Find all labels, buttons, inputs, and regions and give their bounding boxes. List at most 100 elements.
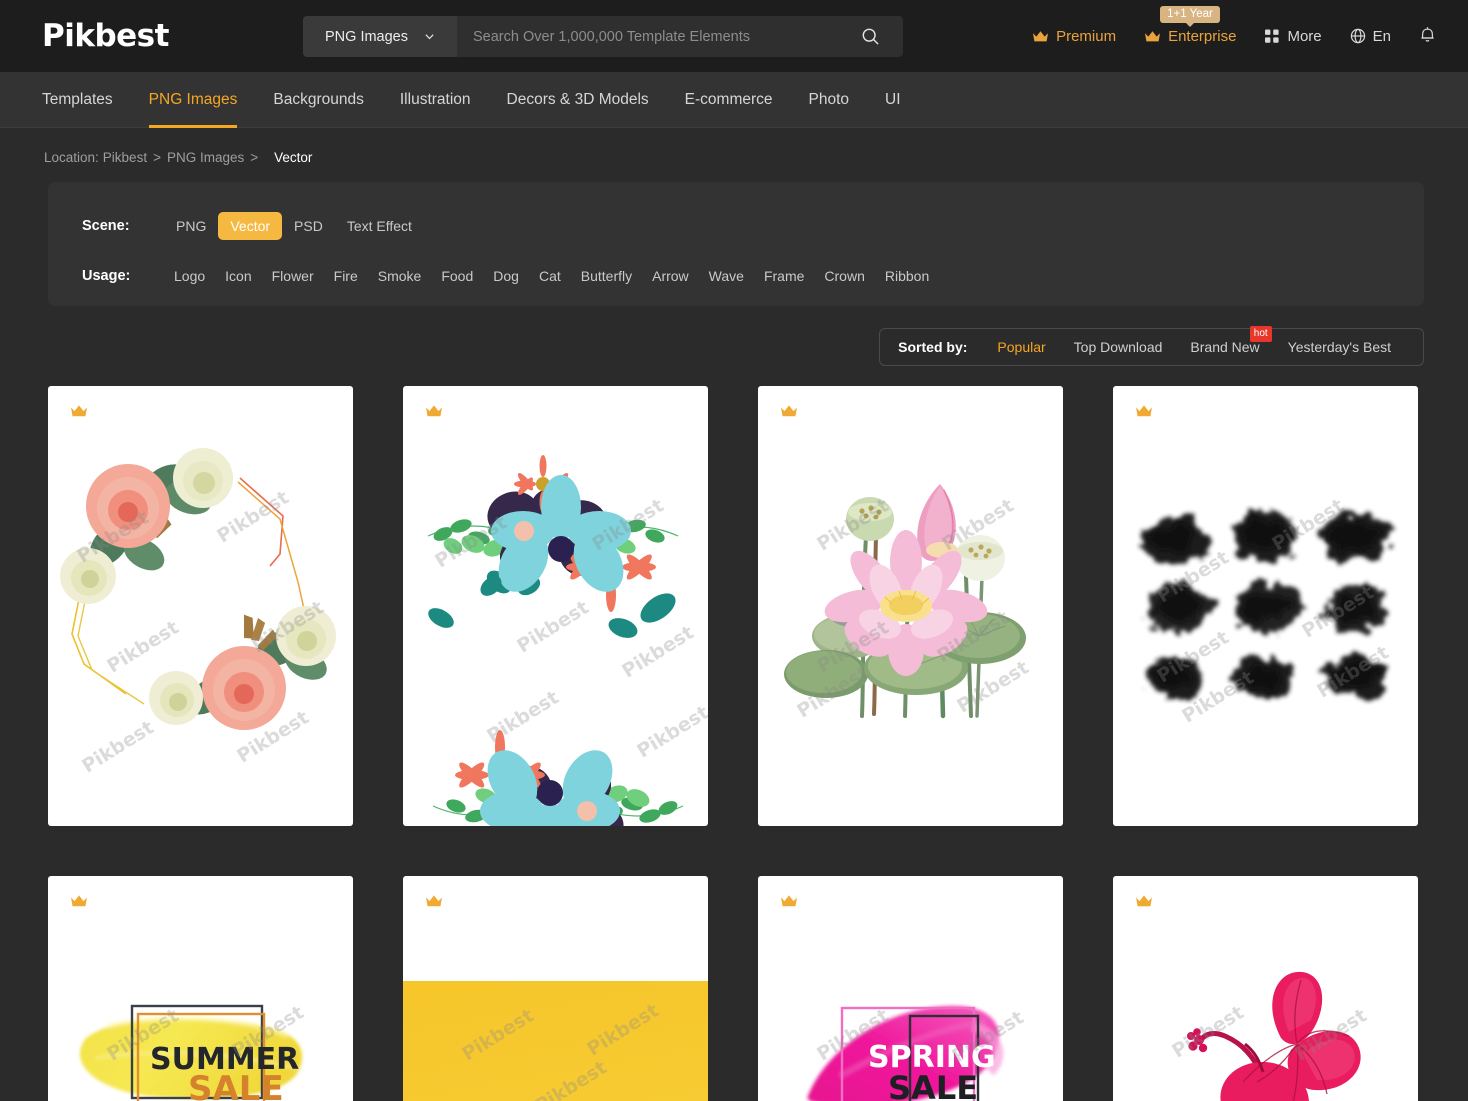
result-card-summer-sale-banner[interactable]: SUMMER SALE Pikbest Pikbest xyxy=(48,876,353,1101)
nav-item-illustration[interactable]: Illustration xyxy=(400,72,471,128)
enterprise-promo-badge: 1+1 Year xyxy=(1160,6,1220,27)
sort-label: Sorted by: xyxy=(898,339,968,355)
sort-option-popular[interactable]: Popular xyxy=(983,339,1059,355)
card-artwork xyxy=(403,876,708,1101)
nav-item-ecommerce[interactable]: E-commerce xyxy=(685,72,773,128)
site-logo[interactable]: Pikbest xyxy=(42,18,169,54)
nav-item-templates[interactable]: Templates xyxy=(42,72,113,128)
enterprise-label: Enterprise xyxy=(1168,27,1237,45)
header-right-menu: Premium 1+1 Year Enterprise More En xyxy=(1018,0,1444,72)
notifications-button[interactable] xyxy=(1405,25,1444,48)
breadcrumb-separator: > xyxy=(153,149,161,165)
filter-usage-flower[interactable]: Flower xyxy=(262,262,324,290)
language-label: En xyxy=(1372,27,1391,45)
crown-icon xyxy=(1136,405,1152,417)
search-category-label: PNG Images xyxy=(325,28,408,45)
filter-panel: Scene: PNG Vector PSD Text Effect Usage:… xyxy=(48,182,1424,306)
filter-scene-psd[interactable]: PSD xyxy=(282,212,335,240)
sort-option-brand-new[interactable]: hot Brand New xyxy=(1176,326,1273,355)
enterprise-link[interactable]: 1+1 Year Enterprise xyxy=(1130,0,1250,72)
filter-usage-wave[interactable]: Wave xyxy=(699,262,754,290)
card-artwork xyxy=(784,484,1026,719)
filter-usage-frame[interactable]: Frame xyxy=(754,262,814,290)
sort-bar: Sorted by: Popular Top Download hot Bran… xyxy=(879,326,1424,366)
sort-option-top-download[interactable]: Top Download xyxy=(1060,339,1177,355)
spring-sale-line1: SPRING xyxy=(868,1040,996,1075)
crown-icon xyxy=(71,405,87,417)
spring-sale-line2: SALE xyxy=(888,1069,979,1101)
card-artwork xyxy=(60,448,336,730)
card-artwork xyxy=(1142,510,1390,698)
primary-nav: Templates PNG Images Backgrounds Illustr… xyxy=(0,72,1468,128)
crown-icon xyxy=(71,895,87,907)
nav-item-decors-3d-models[interactable]: Decors & 3D Models xyxy=(507,72,649,128)
breadcrumb-separator-2: > xyxy=(250,149,259,165)
filter-usage-food[interactable]: Food xyxy=(431,262,483,290)
card-artwork xyxy=(427,455,684,826)
result-card-pink-lotus[interactable]: Pikbest Pikbest Pikbest Pikbest Pikbest … xyxy=(758,386,1063,826)
filter-usage-butterfly[interactable]: Butterfly xyxy=(571,262,642,290)
summer-sale-line2: SALE xyxy=(188,1069,284,1101)
site-header: Pikbest PNG Images Premium xyxy=(0,0,1468,72)
filter-usage-dog[interactable]: Dog xyxy=(483,262,529,290)
filter-usage-arrow[interactable]: Arrow xyxy=(642,262,699,290)
nav-item-photo[interactable]: Photo xyxy=(809,72,850,128)
result-card-floral-wreath[interactable]: Pikbest Pikbest Pikbest Pikbest Pikbest … xyxy=(48,386,353,826)
filter-usage-crown[interactable]: Crown xyxy=(814,262,874,290)
more-menu[interactable]: More xyxy=(1250,0,1335,72)
filter-usage-cat[interactable]: Cat xyxy=(529,262,571,290)
crown-icon xyxy=(426,895,442,907)
filter-usage-ribbon[interactable]: Ribbon xyxy=(875,262,939,290)
breadcrumb-prefix: Location: xyxy=(44,149,99,165)
filter-label-usage: Usage: xyxy=(82,268,131,284)
search-input[interactable] xyxy=(473,28,853,45)
result-card-yellow-gradient-block[interactable]: Pikbest Pikbest Pikbest xyxy=(403,876,708,1101)
filter-usage-logo[interactable]: Logo xyxy=(164,262,215,290)
filter-usage-smoke[interactable]: Smoke xyxy=(368,262,432,290)
crown-icon xyxy=(1136,895,1152,907)
globe-icon xyxy=(1350,28,1365,44)
crown-icon xyxy=(1033,30,1049,41)
filter-row-usage: Usage: Logo Icon Flower Fire Smoke Food … xyxy=(82,258,1424,294)
crown-icon xyxy=(781,895,797,907)
hot-badge: hot xyxy=(1249,326,1272,342)
card-artwork: SUMMER SALE xyxy=(48,876,353,1101)
sort-bar-container: Sorted by: Popular Top Download hot Bran… xyxy=(0,306,1468,366)
crown-icon xyxy=(426,405,442,417)
breadcrumb-current: Vector xyxy=(274,149,313,165)
breadcrumb-root[interactable]: Pikbest xyxy=(103,150,147,165)
result-card-blue-flower-bouquet[interactable]: Pikbest Pikbest Pikbest Pikbest Pikbest … xyxy=(403,386,708,826)
crown-icon xyxy=(781,405,797,417)
result-card-spring-sale-banner[interactable]: SPRING SALE Pikbest Pikbest xyxy=(758,876,1063,1101)
nav-item-ui[interactable]: UI xyxy=(885,72,901,128)
result-card-red-hibiscus-flower[interactable]: Pikbest Pikbest xyxy=(1113,876,1418,1101)
search-bar: PNG Images xyxy=(303,16,903,57)
filter-scene-text-effect[interactable]: Text Effect xyxy=(335,212,424,240)
filter-label-scene: Scene: xyxy=(82,218,130,234)
bell-icon xyxy=(1421,26,1434,42)
breadcrumb: Location: Pikbest > PNG Images > Vector xyxy=(0,128,1468,168)
grid-icon xyxy=(1265,29,1280,43)
sort-option-brand-new-label: Brand New xyxy=(1190,339,1260,355)
sort-option-yesterdays-best[interactable]: Yesterday's Best xyxy=(1274,339,1405,355)
premium-link[interactable]: Premium xyxy=(1018,0,1130,72)
search-submit-button[interactable] xyxy=(853,16,887,57)
crown-icon xyxy=(1145,30,1161,41)
filter-usage-fire[interactable]: Fire xyxy=(324,262,368,290)
breadcrumb-section[interactable]: PNG Images xyxy=(167,150,244,165)
search-icon xyxy=(862,28,879,45)
card-artwork xyxy=(1187,971,1361,1101)
filter-usage-icon[interactable]: Icon xyxy=(215,262,261,290)
chevron-down-icon xyxy=(425,34,434,40)
language-switcher[interactable]: En xyxy=(1336,0,1405,72)
result-card-black-ink-smoke[interactable]: Pikbest Pikbest Pikbest Pikbest Pikbest … xyxy=(1113,386,1418,826)
filter-scene-vector[interactable]: Vector xyxy=(218,212,283,240)
filter-scene-png[interactable]: PNG xyxy=(164,212,218,240)
results-grid: Pikbest Pikbest Pikbest Pikbest Pikbest … xyxy=(0,366,1468,1101)
nav-item-backgrounds[interactable]: Backgrounds xyxy=(273,72,363,128)
more-label: More xyxy=(1287,27,1322,45)
nav-item-png-images[interactable]: PNG Images xyxy=(148,72,237,128)
premium-label: Premium xyxy=(1056,27,1117,45)
search-category-select[interactable]: PNG Images xyxy=(303,16,457,57)
card-artwork: SPRING SALE xyxy=(758,876,1063,1101)
